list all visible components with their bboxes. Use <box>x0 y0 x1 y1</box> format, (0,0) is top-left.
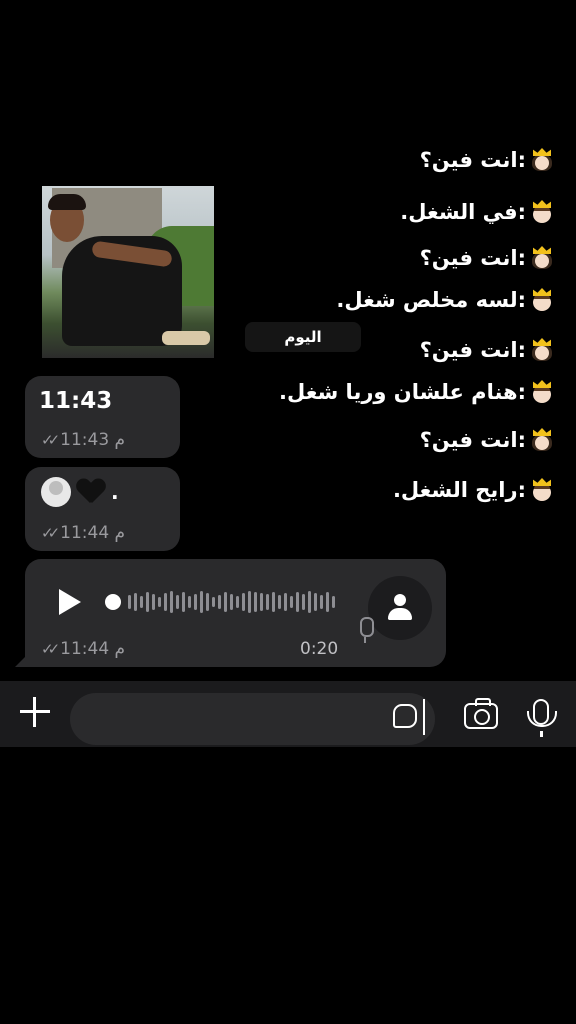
overlay-line: :رايح الشغل. <box>393 478 554 502</box>
waveform-bar <box>236 596 239 608</box>
waveform-bar <box>224 592 227 612</box>
double-check-icon: ✓✓ <box>41 524 60 542</box>
overlay-line-text: :لسه مخلص شغل. <box>336 288 526 312</box>
date-chip: اليوم <box>245 322 361 352</box>
photo-person-feet <box>162 331 210 345</box>
overlay-line: :في الشغل. <box>400 200 554 224</box>
message-input[interactable] <box>70 693 435 745</box>
waveform-bar <box>272 592 275 612</box>
female-crown-emoji-icon <box>530 246 554 270</box>
composer-bar <box>0 681 576 747</box>
waveform-bar <box>260 593 263 611</box>
photo-person-hair <box>48 194 86 210</box>
waveform-bar <box>206 593 209 611</box>
plus-icon[interactable] <box>18 695 52 729</box>
overlay-line-text: :انت فين؟ <box>419 428 526 452</box>
waveform-bar <box>242 593 245 611</box>
waveform-bar <box>140 596 143 608</box>
sticker-icon[interactable] <box>393 704 417 728</box>
camera-icon[interactable] <box>464 698 498 729</box>
person-icon <box>394 594 406 606</box>
waveform-bar <box>158 597 161 607</box>
female-crown-emoji-icon <box>530 428 554 452</box>
waveform-bar <box>314 593 317 611</box>
double-check-icon: ✓✓ <box>41 431 60 449</box>
male-crown-emoji-icon <box>530 200 554 224</box>
mic-small-icon <box>360 617 374 643</box>
waveform-bar <box>230 594 233 610</box>
waveform-bar <box>302 594 305 610</box>
waveform-bar <box>290 596 293 608</box>
waveform-bar <box>254 592 257 612</box>
overlay-line-text: :هنام علشان وريا شغل. <box>279 380 526 404</box>
waveform-bar <box>134 593 137 611</box>
voice-duration: 0:20 <box>300 639 339 659</box>
waveform-bar <box>266 594 269 610</box>
waveform-bar <box>326 592 329 612</box>
message-text: 11:43 <box>39 388 113 414</box>
overlay-photo <box>42 186 214 358</box>
message-emojis: . <box>41 477 119 507</box>
overlay-line-text: :في الشغل. <box>400 200 526 224</box>
waveform-bar <box>218 595 221 609</box>
playback-knob[interactable] <box>105 594 121 610</box>
waveform-bar <box>182 592 185 612</box>
message-time: 11:44 م <box>60 639 126 659</box>
male-crown-emoji-icon <box>530 380 554 404</box>
avatar-sticker-icon <box>41 477 71 507</box>
message-meta: ✓✓ 11:44 م <box>41 639 125 659</box>
waveform-bar <box>332 596 335 608</box>
waveform-bar <box>200 591 203 613</box>
play-icon[interactable] <box>59 589 81 615</box>
waveform-bar <box>146 592 149 612</box>
overlay-line-text: :انت فين؟ <box>419 246 526 270</box>
bubble-tail <box>15 655 27 667</box>
black-heart-icon <box>77 479 105 505</box>
waveform-bar <box>176 595 179 609</box>
waveform-bar <box>284 593 287 611</box>
overlay-line: :انت فين؟ <box>420 338 554 362</box>
voice-message-bubble[interactable]: ✓✓ 11:44 م 0:20 <box>15 559 446 667</box>
male-crown-emoji-icon <box>530 478 554 502</box>
female-crown-emoji-icon <box>530 338 554 362</box>
waveform-bar <box>248 591 251 613</box>
message-bubble[interactable]: . ✓✓ 11:44 م <box>25 467 180 551</box>
female-crown-emoji-icon <box>530 148 554 172</box>
waveform[interactable] <box>105 587 345 617</box>
waveform-bar <box>278 595 281 609</box>
message-meta: ✓✓ 11:43 م <box>41 430 125 450</box>
overlay-line: :انت فين؟ <box>420 246 554 270</box>
overlay-line: :هنام علشان وريا شغل. <box>279 380 554 404</box>
waveform-bar <box>128 595 131 609</box>
waveform-bar <box>194 594 197 610</box>
waveform-bar <box>170 591 173 613</box>
message-time: 11:43 م <box>60 430 126 450</box>
text-caret <box>423 699 425 735</box>
waveform-bar <box>188 596 191 608</box>
double-check-icon: ✓✓ <box>41 640 60 658</box>
message-text: . <box>111 480 119 504</box>
overlay-line: :انت فين؟ <box>420 148 554 172</box>
waveform-bar <box>308 591 311 613</box>
overlay-line-text: :رايح الشغل. <box>392 478 526 502</box>
overlay-line-text: :انت فين؟ <box>419 338 526 362</box>
microphone-icon[interactable] <box>527 699 557 737</box>
voice-sender-avatar <box>368 576 432 640</box>
waveform-bar <box>152 594 155 610</box>
waveform-bar <box>320 595 323 609</box>
waveform-bar <box>212 597 215 607</box>
male-crown-emoji-icon <box>530 288 554 312</box>
overlay-line: :لسه مخلص شغل. <box>336 288 554 312</box>
message-bubble[interactable]: 11:43 ✓✓ 11:43 م <box>25 376 180 458</box>
message-meta: ✓✓ 11:44 م <box>41 523 125 543</box>
waveform-bar <box>164 593 167 611</box>
overlay-line: :انت فين؟ <box>420 428 554 452</box>
waveform-bar <box>296 592 299 612</box>
overlay-line-text: :انت فين؟ <box>419 148 526 172</box>
message-time: 11:44 م <box>60 523 126 543</box>
